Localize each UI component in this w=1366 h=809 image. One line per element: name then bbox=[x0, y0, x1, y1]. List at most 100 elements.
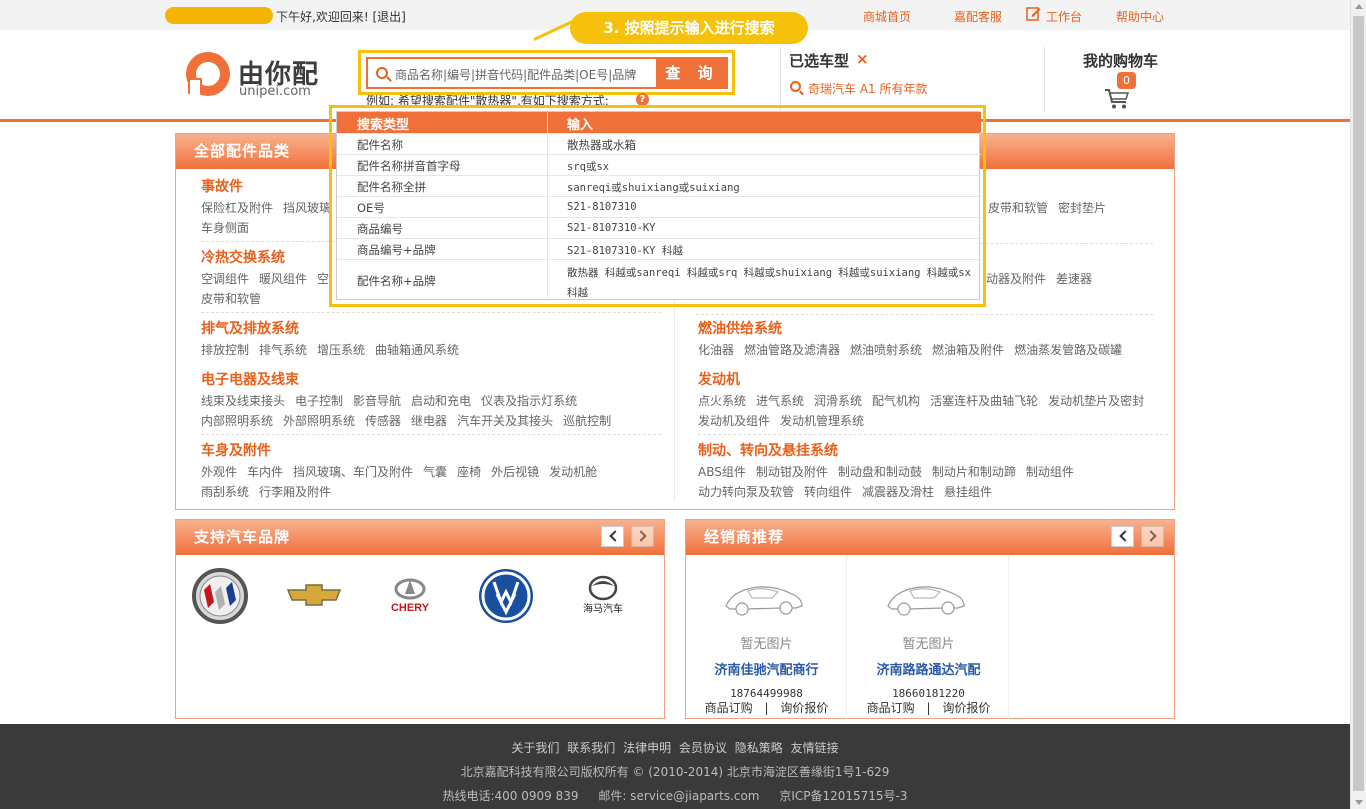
footer-link-about[interactable]: 关于我们 bbox=[511, 741, 559, 755]
category-item[interactable]: 汽车开关及其接头 bbox=[457, 411, 553, 431]
category-item[interactable]: 影音导航 bbox=[353, 391, 401, 411]
dealer-name[interactable]: 济南路路通达汽配 bbox=[848, 659, 1009, 678]
category-item[interactable]: 排放控制 bbox=[201, 340, 249, 360]
cart-title[interactable]: 我的购物车 bbox=[1083, 50, 1158, 71]
category-item[interactable]: 外观件 bbox=[201, 462, 237, 482]
cart-icon[interactable] bbox=[1104, 88, 1130, 110]
top-link-help-center[interactable]: 帮助中心 bbox=[1116, 8, 1164, 25]
category-title[interactable]: 电子电器及线束 bbox=[201, 369, 661, 391]
category-item[interactable]: 点火系统 bbox=[698, 391, 746, 411]
category-item[interactable]: 传感器 bbox=[365, 411, 401, 431]
category-item[interactable]: 发动机管理系统 bbox=[780, 411, 864, 431]
category-title[interactable]: 制动、转向及悬挂系统 bbox=[698, 440, 1168, 462]
footer-link-privacy[interactable]: 隐私策略 bbox=[735, 741, 783, 755]
category-item[interactable]: 外后视镜 bbox=[491, 462, 539, 482]
category-item[interactable]: 发动机及组件 bbox=[698, 411, 770, 431]
category-item[interactable]: 线束及线束接头 bbox=[201, 391, 285, 411]
category-item[interactable]: 外部照明系统 bbox=[283, 411, 355, 431]
category-item[interactable]: 空 bbox=[317, 269, 329, 289]
chevrolet-logo[interactable] bbox=[286, 584, 342, 606]
top-link-customer-service[interactable]: 嘉配客服 bbox=[954, 8, 1002, 25]
top-link-workbench[interactable]: 工作台 bbox=[1046, 8, 1082, 25]
category-item[interactable]: 保险杠及附件 bbox=[201, 198, 273, 218]
category-item[interactable]: 内部照明系统 bbox=[201, 411, 273, 431]
category-item[interactable]: 差速器 bbox=[1056, 269, 1092, 289]
logout-link[interactable]: [退出] bbox=[372, 10, 405, 24]
brands-prev-button[interactable] bbox=[601, 526, 624, 547]
edit-icon[interactable] bbox=[1026, 6, 1041, 21]
category-item[interactable]: 继电器 bbox=[411, 411, 447, 431]
dealer-quote-link[interactable]: 询价报价 bbox=[942, 701, 990, 715]
category-item[interactable]: 仪表及指示灯系统 bbox=[481, 391, 577, 411]
category-item[interactable]: 转向组件 bbox=[804, 482, 852, 502]
category-item[interactable]: ABS组件 bbox=[698, 462, 746, 482]
scroll-up-icon[interactable] bbox=[1355, 4, 1363, 9]
category-item[interactable]: 车身侧面 bbox=[201, 218, 249, 238]
category-item[interactable]: 配气机构 bbox=[872, 391, 920, 411]
haima-logo[interactable]: 海马汽车 bbox=[576, 574, 630, 618]
footer-link-legal[interactable]: 法律申明 bbox=[623, 741, 671, 755]
category-item[interactable]: 挡风玻璃 bbox=[283, 198, 331, 218]
dealers-prev-button[interactable] bbox=[1111, 526, 1134, 547]
category-item[interactable]: 座椅 bbox=[457, 462, 481, 482]
scrollbar-thumb[interactable] bbox=[1353, 16, 1364, 791]
dealers-next-button[interactable] bbox=[1141, 526, 1164, 547]
category-item[interactable]: 燃油喷射系统 bbox=[850, 340, 922, 360]
category-item[interactable]: 悬挂组件 bbox=[944, 482, 992, 502]
category-title[interactable]: 燃油供给系统 bbox=[698, 318, 1158, 340]
dealer-card[interactable]: 暂无图片 济南路路通达汽配 18660181220 商品订购 | 询价报价 bbox=[848, 556, 1009, 719]
footer-link-contact[interactable]: 联系我们 bbox=[567, 741, 615, 755]
category-item[interactable]: 进气系统 bbox=[756, 391, 804, 411]
selected-car-model[interactable]: 奇瑞汽车 A1 所有年款 bbox=[808, 80, 927, 97]
category-item[interactable]: 制动钳及附件 bbox=[756, 462, 828, 482]
dealer-order-link[interactable]: 商品订购 bbox=[867, 701, 915, 715]
category-item[interactable]: 电子控制 bbox=[295, 391, 343, 411]
category-item[interactable]: 气囊 bbox=[423, 462, 447, 482]
category-item[interactable]: 动力转向泵及软管 bbox=[698, 482, 794, 502]
category-item[interactable]: 密封垫片 bbox=[1058, 198, 1106, 218]
vertical-scrollbar[interactable] bbox=[1350, 0, 1366, 809]
category-item[interactable]: 暖风组件 bbox=[259, 269, 307, 289]
category-title[interactable]: 发动机 bbox=[698, 369, 1168, 391]
category-item[interactable]: 行李厢及附件 bbox=[259, 482, 331, 502]
category-title[interactable]: 排气及排放系统 bbox=[201, 318, 661, 340]
category-item[interactable]: 挡风玻璃、车门及附件 bbox=[293, 462, 413, 482]
footer-link-agreement[interactable]: 会员协议 bbox=[679, 741, 727, 755]
scroll-down-icon[interactable] bbox=[1355, 800, 1363, 805]
category-item[interactable]: 制动盘和制动鼓 bbox=[838, 462, 922, 482]
remove-car-button[interactable]: × bbox=[856, 50, 869, 68]
footer-link-friends[interactable]: 友情链接 bbox=[791, 741, 839, 755]
category-item[interactable]: 车内件 bbox=[247, 462, 283, 482]
site-logo[interactable]: 由你配 unipei.com bbox=[186, 52, 326, 102]
dealer-card[interactable]: 暂无图片 济南佳驰汽配商行 18764499988 商品订购 | 询价报价 bbox=[686, 556, 847, 719]
buick-logo[interactable] bbox=[192, 568, 248, 624]
top-link-mall-home[interactable]: 商城首页 bbox=[863, 8, 911, 25]
category-item[interactable]: 燃油蒸发管路及碳罐 bbox=[1014, 340, 1122, 360]
category-item[interactable]: 巡航控制 bbox=[563, 411, 611, 431]
category-item[interactable]: 化油器 bbox=[698, 340, 734, 360]
category-item[interactable]: 空调组件 bbox=[201, 269, 249, 289]
category-item[interactable]: 减震器及滑柱 bbox=[862, 482, 934, 502]
category-item[interactable]: 动器及附件 bbox=[986, 269, 1046, 289]
category-item[interactable]: 曲轴箱通风系统 bbox=[375, 340, 459, 360]
category-item[interactable]: 排气系统 bbox=[259, 340, 307, 360]
volkswagen-logo[interactable] bbox=[478, 568, 534, 624]
category-item[interactable]: 雨刮系统 bbox=[201, 482, 249, 502]
category-item[interactable]: 燃油管路及滤清器 bbox=[744, 340, 840, 360]
category-item[interactable]: 活塞连杆及曲轴飞轮 bbox=[930, 391, 1038, 411]
chery-logo[interactable]: CHERY bbox=[381, 578, 439, 614]
category-item[interactable]: 增压系统 bbox=[317, 340, 365, 360]
brands-next-button[interactable] bbox=[631, 526, 654, 547]
category-item[interactable]: 皮带和软管 bbox=[201, 289, 261, 309]
category-item[interactable]: 发动机舱 bbox=[549, 462, 597, 482]
category-title[interactable]: 车身及附件 bbox=[201, 440, 661, 462]
category-item[interactable]: 发动机垫片及密封 bbox=[1048, 391, 1144, 411]
dealer-order-link[interactable]: 商品订购 bbox=[705, 701, 753, 715]
category-item[interactable]: 皮带和软管 bbox=[988, 198, 1048, 218]
category-item[interactable]: 润滑系统 bbox=[814, 391, 862, 411]
category-item[interactable]: 启动和充电 bbox=[411, 391, 471, 411]
dealer-quote-link[interactable]: 询价报价 bbox=[780, 701, 828, 715]
category-item[interactable]: 燃油箱及附件 bbox=[932, 340, 1004, 360]
dealer-name[interactable]: 济南佳驰汽配商行 bbox=[686, 659, 847, 678]
category-item[interactable]: 制动组件 bbox=[1026, 462, 1074, 482]
